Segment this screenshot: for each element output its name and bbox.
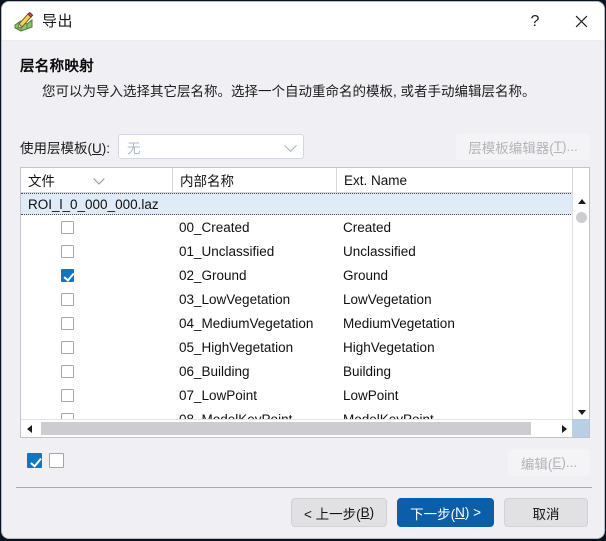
row-internal-name: 05_HighVegetation	[179, 339, 294, 355]
layer-mapping-list[interactable]: 文件 内部名称 Ext. Name ROI_l_0_000_000.laz 00…	[20, 167, 590, 438]
row-ext-name: HighVegetation	[343, 339, 435, 355]
row-checkbox[interactable]	[61, 220, 74, 234]
row-internal-name: 07_LowPoint	[179, 387, 258, 403]
export-dialog: 导出 ? 层名称映射 您可以为导入选择其它层名称。选择一个自动重命名的模板, 或…	[1, 1, 605, 539]
triangle-up-icon	[577, 199, 586, 204]
table-row[interactable]: 05_HighVegetation HighVegetation	[21, 335, 573, 359]
list-actions-row: 编辑(E)...	[20, 449, 590, 477]
table-row[interactable]: 03_LowVegetation LowVegetation	[21, 287, 573, 311]
row-ext-name: LowPoint	[343, 387, 399, 403]
table-row[interactable]: 07_LowPoint LowPoint	[21, 383, 573, 407]
row-internal-name: 00_Created	[179, 219, 250, 235]
layer-template-combobox[interactable]: 无	[118, 134, 304, 159]
edit-button[interactable]: 编辑(E)...	[508, 449, 590, 476]
secondary-checkbox[interactable]	[49, 453, 64, 468]
table-row[interactable]: 01_Unclassified Unclassified	[21, 239, 573, 263]
row-checkbox[interactable]	[61, 388, 74, 402]
dialog-footer: < 上一步(B) 下一步(N) > 取消	[2, 487, 604, 538]
layer-template-value: 无	[127, 140, 141, 156]
scrollbar-corner	[572, 419, 589, 437]
layer-template-row: 使用层模板(U): 无 层模板编辑器(T)...	[20, 133, 590, 160]
scroll-up-button[interactable]	[573, 193, 589, 210]
column-header-file[interactable]: 文件	[21, 168, 172, 192]
checkbox-glyph	[49, 453, 64, 468]
column-header-ext-name-label: Ext. Name	[344, 172, 408, 188]
list-vertical-scrollbar[interactable]	[572, 193, 589, 421]
help-icon: ?	[530, 12, 540, 30]
column-header-internal-name-label: 内部名称	[180, 174, 234, 189]
scroll-right-button[interactable]	[556, 420, 573, 437]
row-internal-name: 06_Building	[179, 363, 250, 379]
triangle-down-icon	[577, 410, 586, 415]
column-header-file-label: 文件	[28, 174, 55, 189]
checkbox-glyph	[27, 453, 42, 468]
row-checkbox-cell[interactable]	[21, 364, 172, 378]
row-internal-name: 02_Ground	[179, 267, 247, 283]
triangle-right-icon	[562, 424, 567, 433]
title-bar: 导出 ?	[2, 2, 604, 41]
row-checkbox-cell[interactable]	[21, 244, 172, 258]
row-ext-name: MediumVegetation	[343, 315, 455, 331]
export-pencil-map-icon	[14, 11, 34, 32]
row-ext-name: Unclassified	[343, 243, 416, 259]
triangle-left-icon	[27, 424, 32, 433]
row-checkbox-cell[interactable]	[21, 340, 172, 354]
row-checkbox[interactable]	[61, 244, 74, 258]
table-row[interactable]: 04_MediumVegetation MediumVegetation	[21, 311, 573, 335]
row-checkbox[interactable]	[61, 316, 74, 330]
layer-template-label: 使用层模板(U):	[20, 140, 110, 156]
chevron-down-icon	[284, 138, 297, 152]
column-header-ext-name[interactable]: Ext. Name	[336, 168, 573, 192]
window-title: 导出	[42, 13, 74, 30]
row-checkbox[interactable]	[61, 268, 74, 282]
next-button[interactable]: 下一步(N) >	[397, 498, 494, 527]
vertical-scroll-thumb[interactable]	[576, 212, 587, 223]
row-internal-name: 04_MediumVegetation	[179, 315, 314, 331]
list-header-corner	[572, 168, 589, 193]
row-internal-name: 03_LowVegetation	[179, 291, 291, 307]
scroll-left-button[interactable]	[21, 420, 38, 437]
row-checkbox-cell[interactable]	[21, 292, 172, 306]
page-description: 您可以为导入选择其它层名称。选择一个自动重命名的模板, 或者手动编辑层名称。	[42, 84, 536, 99]
row-checkbox[interactable]	[61, 340, 74, 354]
row-checkbox-cell[interactable]	[21, 220, 172, 234]
row-checkbox-cell[interactable]	[21, 268, 172, 282]
list-header-row: 文件 内部名称 Ext. Name	[21, 168, 589, 193]
row-ext-name: Created	[343, 219, 392, 235]
column-header-internal-name[interactable]: 内部名称	[172, 168, 336, 192]
row-internal-name: 01_Unclassified	[179, 243, 275, 259]
cancel-button[interactable]: 取消	[504, 498, 588, 527]
chevron-down-icon	[93, 173, 105, 185]
row-ext-name: Building	[343, 363, 392, 379]
row-checkbox[interactable]	[61, 292, 74, 306]
title-bar-left: 导出	[14, 2, 73, 41]
back-button[interactable]: < 上一步(B)	[290, 498, 388, 527]
row-checkbox-cell[interactable]	[21, 316, 172, 330]
row-ext-name: LowVegetation	[343, 291, 432, 307]
list-horizontal-scrollbar[interactable]	[21, 419, 573, 437]
help-button[interactable]: ?	[512, 2, 558, 41]
page-title: 层名称映射	[20, 59, 94, 75]
select-all-checkbox[interactable]	[27, 453, 42, 468]
list-body: ROI_l_0_000_000.laz 00_Created Created 0…	[21, 193, 573, 421]
list-group-row[interactable]: ROI_l_0_000_000.laz	[21, 193, 573, 215]
wizard-header: 层名称映射 您可以为导入选择其它层名称。选择一个自动重命名的模板, 或者手动编辑…	[2, 41, 604, 112]
table-row[interactable]: 02_Ground Ground	[21, 263, 573, 287]
group-file-name: ROI_l_0_000_000.laz	[28, 196, 159, 212]
row-ext-name: Ground	[343, 267, 389, 283]
close-button[interactable]	[558, 2, 604, 41]
table-row[interactable]: 06_Building Building	[21, 359, 573, 383]
close-icon	[575, 15, 587, 28]
window-controls: ?	[512, 2, 604, 41]
layer-template-editor-button[interactable]: 层模板编辑器(T)...	[456, 133, 590, 160]
row-checkbox-cell[interactable]	[21, 388, 172, 402]
table-row[interactable]: 00_Created Created	[21, 215, 573, 239]
horizontal-scroll-thumb[interactable]	[41, 422, 531, 435]
row-checkbox[interactable]	[61, 364, 74, 378]
